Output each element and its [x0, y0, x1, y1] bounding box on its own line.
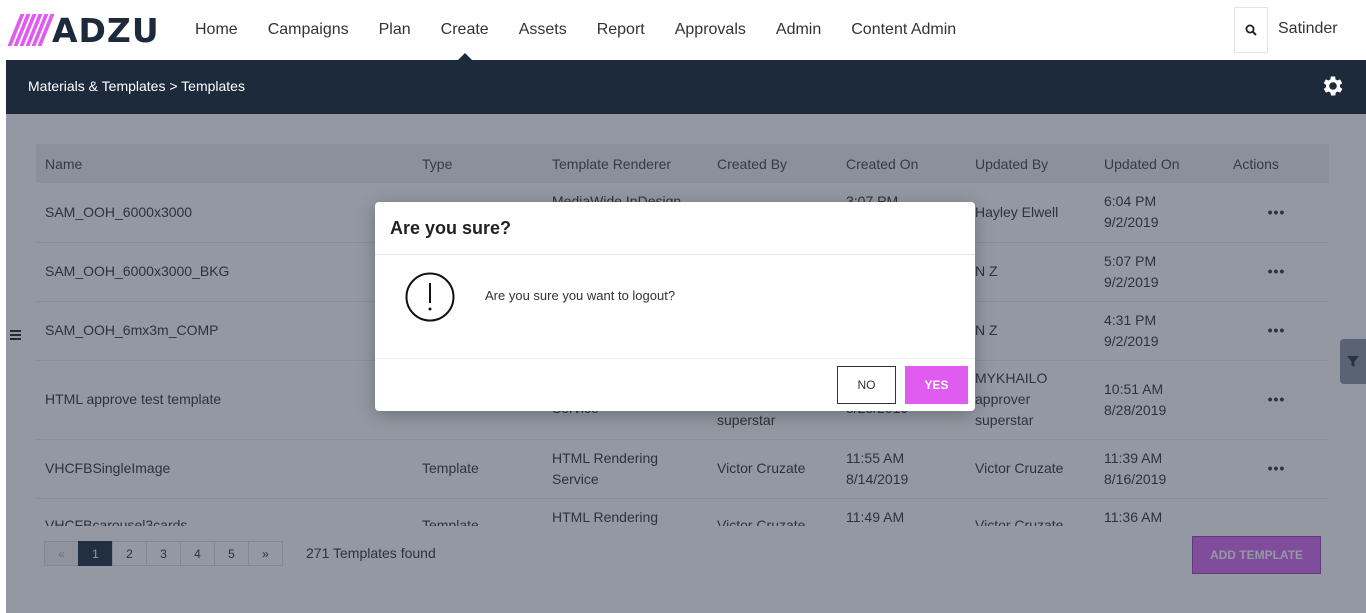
- nav-plan[interactable]: Plan: [379, 0, 411, 60]
- gear-icon[interactable]: [1320, 73, 1346, 99]
- page-header-bar: Materials & Templates > Templates: [6, 60, 1366, 114]
- dialog-divider: [375, 254, 975, 255]
- adzu-logo[interactable]: ADZU: [7, 10, 160, 50]
- warning-exclamation-icon: [405, 272, 455, 322]
- search-button[interactable]: [1234, 7, 1268, 53]
- search-icon: [1245, 24, 1257, 36]
- main-menu: Home Campaigns Plan Create Assets Report…: [180, 0, 986, 60]
- nav-home[interactable]: Home: [195, 0, 238, 60]
- nav-admin[interactable]: Admin: [776, 0, 821, 60]
- nav-create[interactable]: Create: [441, 0, 489, 60]
- breadcrumb: Materials & Templates > Templates: [28, 78, 245, 94]
- no-button[interactable]: NO: [837, 366, 896, 404]
- nav-report[interactable]: Report: [597, 0, 645, 60]
- yes-button[interactable]: YES: [905, 366, 968, 404]
- nav-approvals[interactable]: Approvals: [675, 0, 746, 60]
- logo-text: ADZU: [52, 10, 160, 50]
- logout-confirm-dialog: Are you sure? Are you sure you want to l…: [375, 202, 975, 411]
- top-navigation: ADZU Home Campaigns Plan Create Assets R…: [0, 0, 1366, 60]
- logo-slashes: [7, 14, 55, 46]
- dialog-message: Are you sure you want to logout?: [485, 288, 676, 303]
- nav-campaigns[interactable]: Campaigns: [268, 0, 349, 60]
- nav-content-admin[interactable]: Content Admin: [851, 0, 956, 60]
- nav-assets[interactable]: Assets: [519, 0, 567, 60]
- user-menu[interactable]: Satinder: [1278, 20, 1338, 38]
- dialog-title: Are you sure?: [390, 218, 512, 238]
